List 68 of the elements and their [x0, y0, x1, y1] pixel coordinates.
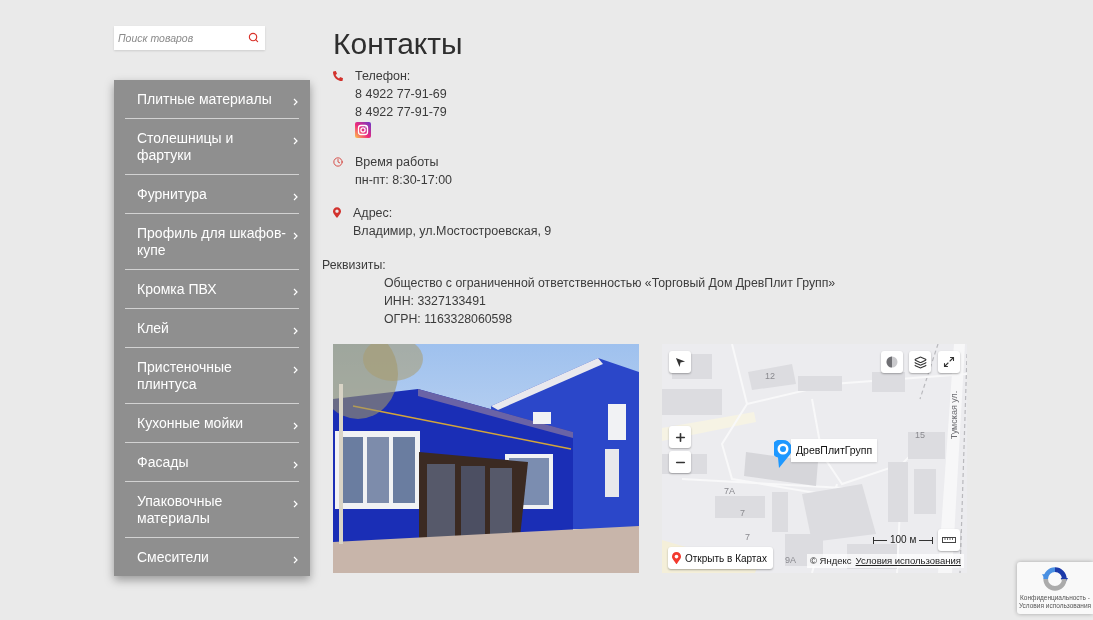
location-pin-icon	[672, 552, 681, 564]
copyright-text: © Яндекс	[809, 553, 852, 568]
chevron-right-icon	[293, 366, 298, 374]
street-name-label: Тумская ул.	[949, 390, 960, 440]
chevron-right-icon	[293, 461, 298, 469]
location-pin-icon	[333, 207, 341, 218]
expand-icon	[943, 356, 955, 368]
requisites-text: ОГРН: 1163328060598	[384, 311, 513, 328]
zoom-in-button[interactable]	[669, 426, 691, 448]
house-number-label: 15	[915, 430, 925, 440]
requisites-label: Реквизиты:	[322, 257, 386, 274]
category-link[interactable]: Кромка ПВХ	[114, 270, 310, 308]
placemark-label: ДревПлитГрупп	[791, 439, 878, 462]
locate-button[interactable]	[669, 351, 691, 373]
requisites-text: Общество с ограниченной ответственностью «Торговый Дом ДревПлит Групп»	[384, 275, 836, 292]
layers-icon	[913, 355, 927, 369]
chevron-right-icon	[293, 327, 298, 335]
layers-button[interactable]	[909, 351, 931, 373]
page-title: Контакты	[333, 26, 463, 62]
contact-label: Телефон:	[355, 68, 411, 85]
house-number-label: 7	[745, 532, 750, 542]
scale-label: 100 м	[890, 534, 917, 546]
contact-value: Владимир, ул.Мостостроевская, 9	[353, 223, 552, 240]
chevron-right-icon	[293, 422, 298, 430]
location-arrow-icon	[674, 356, 686, 368]
category-link[interactable]: Упаковочные материалы	[114, 482, 310, 537]
category-link[interactable]: Пристеночные плинтуса	[114, 348, 310, 403]
category-link[interactable]: Клей	[114, 309, 310, 347]
terms-link[interactable]: Условия использования	[855, 553, 961, 569]
house-number-label: 7А	[724, 486, 735, 496]
search-field[interactable]: Поиск товаров	[114, 26, 265, 50]
category-link[interactable]: Плитные материалы	[114, 80, 310, 118]
category-link[interactable]: Фасады	[114, 443, 310, 481]
instagram-icon[interactable]	[355, 122, 371, 138]
chevron-right-icon	[293, 137, 298, 145]
chevron-right-icon	[293, 500, 298, 508]
chevron-right-icon	[293, 232, 298, 240]
category-link[interactable]: Фурнитура	[114, 175, 310, 213]
search-icon[interactable]	[248, 32, 259, 43]
ruler-button[interactable]	[938, 529, 960, 551]
traffic-button[interactable]	[881, 351, 903, 373]
category-link[interactable]: Профиль для шкафов-купе	[114, 214, 310, 269]
chevron-right-icon	[293, 556, 298, 564]
contact-label: Адрес:	[353, 205, 393, 222]
contact-value: 8 4922 77-91-79	[355, 104, 447, 121]
half-circle-icon	[886, 356, 898, 368]
chevron-right-icon	[293, 98, 298, 106]
scale-bar-icon	[873, 537, 933, 544]
category-link[interactable]: Смесители	[114, 538, 310, 576]
contact-value: 8 4922 77-91-69	[355, 86, 447, 103]
circular-arrows-icon	[1041, 565, 1069, 593]
open-in-maps-button[interactable]: Открыть в Картах	[668, 547, 773, 569]
house-number-label: 9А	[785, 555, 796, 565]
map-pin-icon[interactable]	[774, 440, 792, 468]
requisites-text: ИНН: 3327133491	[384, 293, 486, 310]
chevron-right-icon	[293, 193, 298, 201]
contact-label: Время работы	[355, 154, 439, 171]
chevron-right-icon	[293, 288, 298, 296]
contact-value: пн-пт: 8:30-17:00	[355, 172, 453, 189]
house-number-label: 12	[765, 371, 775, 381]
fullscreen-button[interactable]	[938, 351, 960, 373]
category-link[interactable]: Столешницы и фартуки	[114, 119, 310, 174]
house-number-label: 7	[740, 508, 745, 518]
phone-icon	[333, 71, 343, 81]
plus-icon	[673, 430, 687, 444]
clock-icon	[333, 157, 343, 167]
category-link[interactable]: Кухонные мойки	[114, 404, 310, 442]
ruler-icon	[942, 537, 956, 543]
